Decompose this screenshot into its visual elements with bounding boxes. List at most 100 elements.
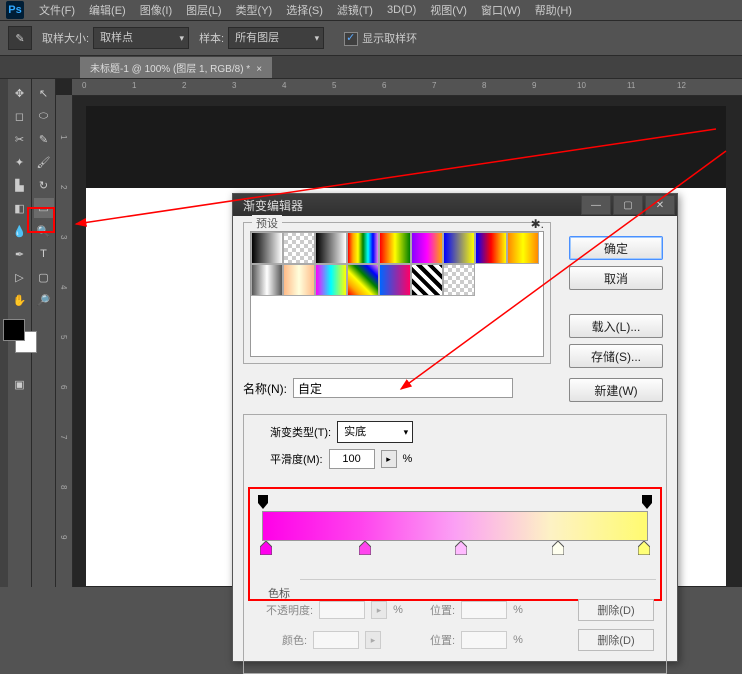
opacity-input (319, 601, 365, 619)
menu-layer[interactable]: 图层(L) (179, 0, 228, 20)
position-label-2: 位置: (430, 632, 455, 648)
preset-swatch[interactable] (379, 264, 411, 296)
menu-file[interactable]: 文件(F) (32, 0, 82, 20)
maximize-button[interactable]: ▢ (613, 195, 643, 215)
menu-view[interactable]: 视图(V) (423, 0, 474, 20)
stops-section-label: 色标 (268, 585, 290, 601)
new-button[interactable]: 新建(W) (569, 378, 663, 402)
brush-tool[interactable]: 🖌 (34, 152, 54, 172)
type-tool[interactable]: T (34, 244, 54, 264)
menu-image[interactable]: 图像(I) (133, 0, 179, 20)
ruler-vertical: 123456789 (56, 95, 73, 587)
lasso-tool[interactable]: ⬭ (34, 106, 54, 126)
document-tab-label: 未标题-1 @ 100% (图层 1, RGB/8) * (90, 64, 250, 75)
pct-suffix: % (513, 634, 523, 646)
menu-help[interactable]: 帮助(H) (528, 0, 579, 20)
menu-window[interactable]: 窗口(W) (474, 0, 528, 20)
gradient-name-input[interactable] (293, 378, 513, 398)
smoothness-input[interactable] (329, 449, 375, 469)
artboard-tool[interactable]: ↖ (34, 83, 54, 103)
show-ring-label: 显示取样环 (362, 33, 417, 45)
tool-preset-picker[interactable]: ✎ (8, 26, 32, 50)
opacity-stop[interactable] (258, 495, 268, 509)
color-swatches[interactable] (3, 319, 37, 353)
gradient-bar[interactable] (262, 511, 648, 541)
stamp-tool[interactable]: ▙ (10, 175, 30, 195)
color-stop[interactable] (638, 541, 650, 555)
gradient-type-select[interactable]: 实底 (337, 421, 413, 443)
close-button[interactable]: ✕ (645, 195, 675, 215)
name-label: 名称(N): (243, 380, 287, 397)
history-brush-tool[interactable]: ↻ (34, 175, 54, 195)
cancel-button[interactable]: 取消 (569, 266, 663, 290)
preset-swatch[interactable] (347, 264, 379, 296)
crop-tool[interactable]: ✂ (10, 129, 30, 149)
shape-tool[interactable]: ▢ (34, 267, 54, 287)
gradient-editor-dialog: 渐变编辑器 — ▢ ✕ 预设 ✱. (232, 193, 678, 662)
path-select-tool[interactable]: ▷ (10, 267, 30, 287)
show-ring-checkbox[interactable] (344, 32, 358, 46)
preset-swatch[interactable] (251, 264, 283, 296)
eyedropper-icon: ✎ (15, 32, 24, 45)
color-stop[interactable] (552, 541, 564, 555)
menu-select[interactable]: 选择(S) (279, 0, 330, 20)
color-stop[interactable] (260, 541, 272, 555)
delete-color-button: 删除(D) (578, 629, 654, 651)
opacity-stepper: ▸ (371, 601, 387, 619)
preset-swatch[interactable] (411, 264, 443, 296)
preset-swatch[interactable] (379, 232, 411, 264)
position-input (461, 601, 507, 619)
preset-swatch[interactable] (475, 232, 507, 264)
smoothness-suffix: % (403, 453, 413, 465)
menu-edit[interactable]: 编辑(E) (82, 0, 133, 20)
sample-size-select[interactable]: 取样点 (93, 27, 189, 49)
move-tool[interactable]: ✥ (10, 83, 30, 103)
sample-size-label: 取样大小: (42, 30, 89, 46)
color-stop[interactable] (455, 541, 467, 555)
document-tab[interactable]: 未标题-1 @ 100% (图层 1, RGB/8) * × (80, 57, 272, 78)
ok-button[interactable]: 确定 (569, 236, 663, 260)
menu-filter[interactable]: 滤镜(T) (330, 0, 380, 20)
preset-swatch[interactable] (283, 264, 315, 296)
menu-3d[interactable]: 3D(D) (380, 2, 423, 18)
patch-tool[interactable]: ✦ (10, 152, 30, 172)
sample-label: 样本: (199, 30, 224, 46)
eyedropper-tool[interactable]: ✎ (34, 129, 54, 149)
dialog-title: 渐变编辑器 (243, 197, 303, 214)
preset-swatch[interactable] (411, 232, 443, 264)
position-label: 位置: (430, 602, 455, 618)
preset-swatch[interactable] (443, 264, 475, 296)
marquee-tool[interactable]: ◻ (10, 106, 30, 126)
annotation-tool-highlight (27, 207, 55, 233)
presets-label: 预设 (252, 215, 282, 231)
preset-swatch[interactable] (315, 264, 347, 296)
save-button[interactable]: 存储(S)... (569, 344, 663, 368)
close-tab-icon[interactable]: × (256, 64, 262, 75)
ps-logo: Ps (6, 1, 24, 19)
minimize-button[interactable]: — (581, 195, 611, 215)
pen-tool[interactable]: ✒ (10, 244, 30, 264)
load-button[interactable]: 载入(L)... (569, 314, 663, 338)
preset-swatch[interactable] (443, 232, 475, 264)
preset-swatch[interactable] (251, 232, 283, 264)
smoothness-stepper[interactable]: ▸ (381, 450, 397, 468)
color-label: 颜色: (282, 632, 307, 648)
pct-suffix: % (393, 604, 403, 616)
menu-type[interactable]: 类型(Y) (229, 0, 280, 20)
sample-layer-select[interactable]: 所有图层 (228, 27, 324, 49)
preset-swatch[interactable] (507, 232, 539, 264)
preset-swatch[interactable] (347, 232, 379, 264)
opacity-stop[interactable] (642, 495, 652, 509)
preset-list[interactable] (250, 231, 544, 357)
pct-suffix: % (513, 604, 523, 616)
preset-swatch[interactable] (315, 232, 347, 264)
canvas-dark-band (86, 106, 726, 188)
quickmask-tool[interactable]: ▣ (10, 374, 30, 394)
preset-swatch[interactable] (283, 232, 315, 264)
delete-opacity-button: 删除(D) (578, 599, 654, 621)
zoom-tool[interactable]: 🔎 (34, 290, 54, 310)
color-stop[interactable] (359, 541, 371, 555)
preset-menu-icon[interactable]: ✱. (531, 217, 544, 231)
foreground-swatch[interactable] (3, 319, 25, 341)
hand-tool[interactable]: ✋ (10, 290, 30, 310)
